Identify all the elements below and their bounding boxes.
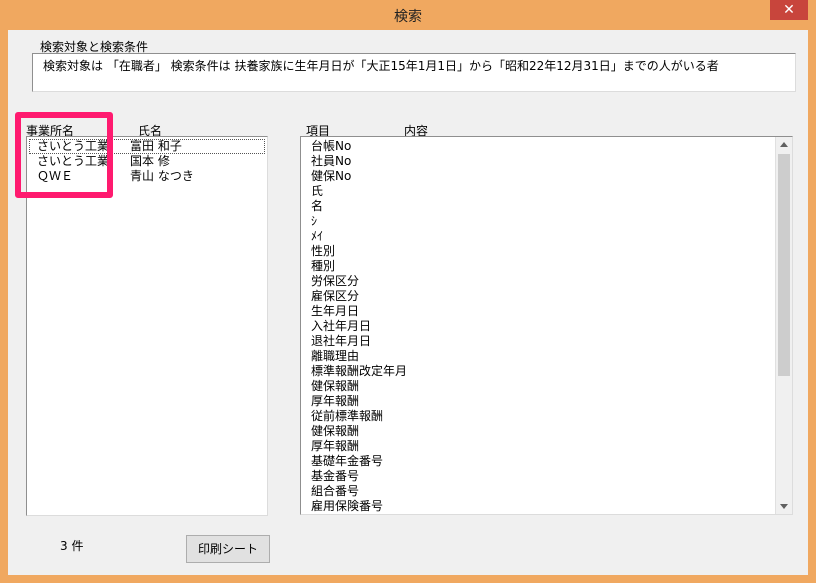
- condition-textbox[interactable]: 検索対象は 「在職者」 検索条件は 扶養家族に生年月日が「大正15年1月1日」か…: [32, 53, 796, 92]
- detail-item[interactable]: ﾒｲ: [311, 229, 323, 244]
- detail-item[interactable]: 基礎年金番号: [311, 454, 383, 469]
- detail-item[interactable]: 従前標準報酬: [311, 409, 383, 424]
- scroll-down-button[interactable]: [776, 498, 792, 514]
- detail-item[interactable]: 基金番号: [311, 469, 359, 484]
- search-window: 検索 ✕ 検索対象と検索条件 検索対象は 「在職者」 検索条件は 扶養家族に生年…: [0, 0, 816, 583]
- detail-item[interactable]: 社員No: [311, 154, 351, 169]
- detail-item[interactable]: 健保報酬: [311, 379, 359, 394]
- result-name: 富田 和子: [130, 139, 182, 153]
- detail-item[interactable]: 名: [311, 199, 323, 214]
- detail-item[interactable]: 入社年月日: [311, 319, 371, 334]
- detail-item[interactable]: 離職理由: [311, 349, 359, 364]
- detail-item[interactable]: 健保報酬: [311, 424, 359, 439]
- scroll-thumb[interactable]: [778, 154, 790, 376]
- detail-list[interactable]: 台帳No 社員No 健保No 氏名ｼﾒｲ 性別 種別 労保区分 雇保区分 生年月日 入社年月日 退社…: [300, 136, 793, 515]
- close-icon: ✕: [783, 2, 795, 18]
- dialog-body: 検索対象と検索条件 検索対象は 「在職者」 検索条件は 扶養家族に生年月日が「大…: [8, 30, 808, 575]
- chevron-down-icon: [780, 504, 788, 509]
- detail-item[interactable]: 厚年報酬: [311, 394, 359, 409]
- detail-item[interactable]: 氏: [311, 184, 323, 199]
- detail-item[interactable]: 雇用保険番号: [311, 499, 383, 514]
- detail-item[interactable]: 生年月日: [311, 304, 359, 319]
- detail-item[interactable]: 性別: [311, 244, 335, 259]
- window-title: 検索: [394, 9, 422, 25]
- title-bar[interactable]: 検索 ✕: [0, 0, 816, 30]
- detail-item[interactable]: 組合番号: [311, 484, 359, 499]
- print-sheet-button[interactable]: 印刷シート: [186, 535, 270, 563]
- detail-scrollbar[interactable]: [775, 137, 792, 514]
- result-name: 国本 修: [130, 154, 170, 168]
- detail-item[interactable]: ｼ: [311, 214, 317, 229]
- chevron-up-icon: [780, 142, 788, 147]
- detail-item[interactable]: 台帳No: [311, 139, 351, 154]
- result-count: 3 件: [60, 539, 84, 553]
- result-name: 青山 なつき: [130, 169, 194, 183]
- condition-text: 検索対象は 「在職者」 検索条件は 扶養家族に生年月日が「大正15年1月1日」か…: [43, 59, 719, 73]
- detail-item[interactable]: 雇保区分: [311, 289, 359, 304]
- highlight-annotation: [15, 112, 113, 198]
- close-button[interactable]: ✕: [770, 0, 808, 20]
- detail-item[interactable]: 退社年月日: [311, 334, 371, 349]
- detail-item[interactable]: 労保区分: [311, 274, 359, 289]
- detail-item[interactable]: 種別: [311, 259, 335, 274]
- detail-item[interactable]: 健保No: [311, 169, 351, 184]
- detail-item[interactable]: 厚年報酬: [311, 439, 359, 454]
- scroll-up-button[interactable]: [776, 137, 792, 153]
- detail-item[interactable]: 標準報酬改定年月: [311, 364, 407, 379]
